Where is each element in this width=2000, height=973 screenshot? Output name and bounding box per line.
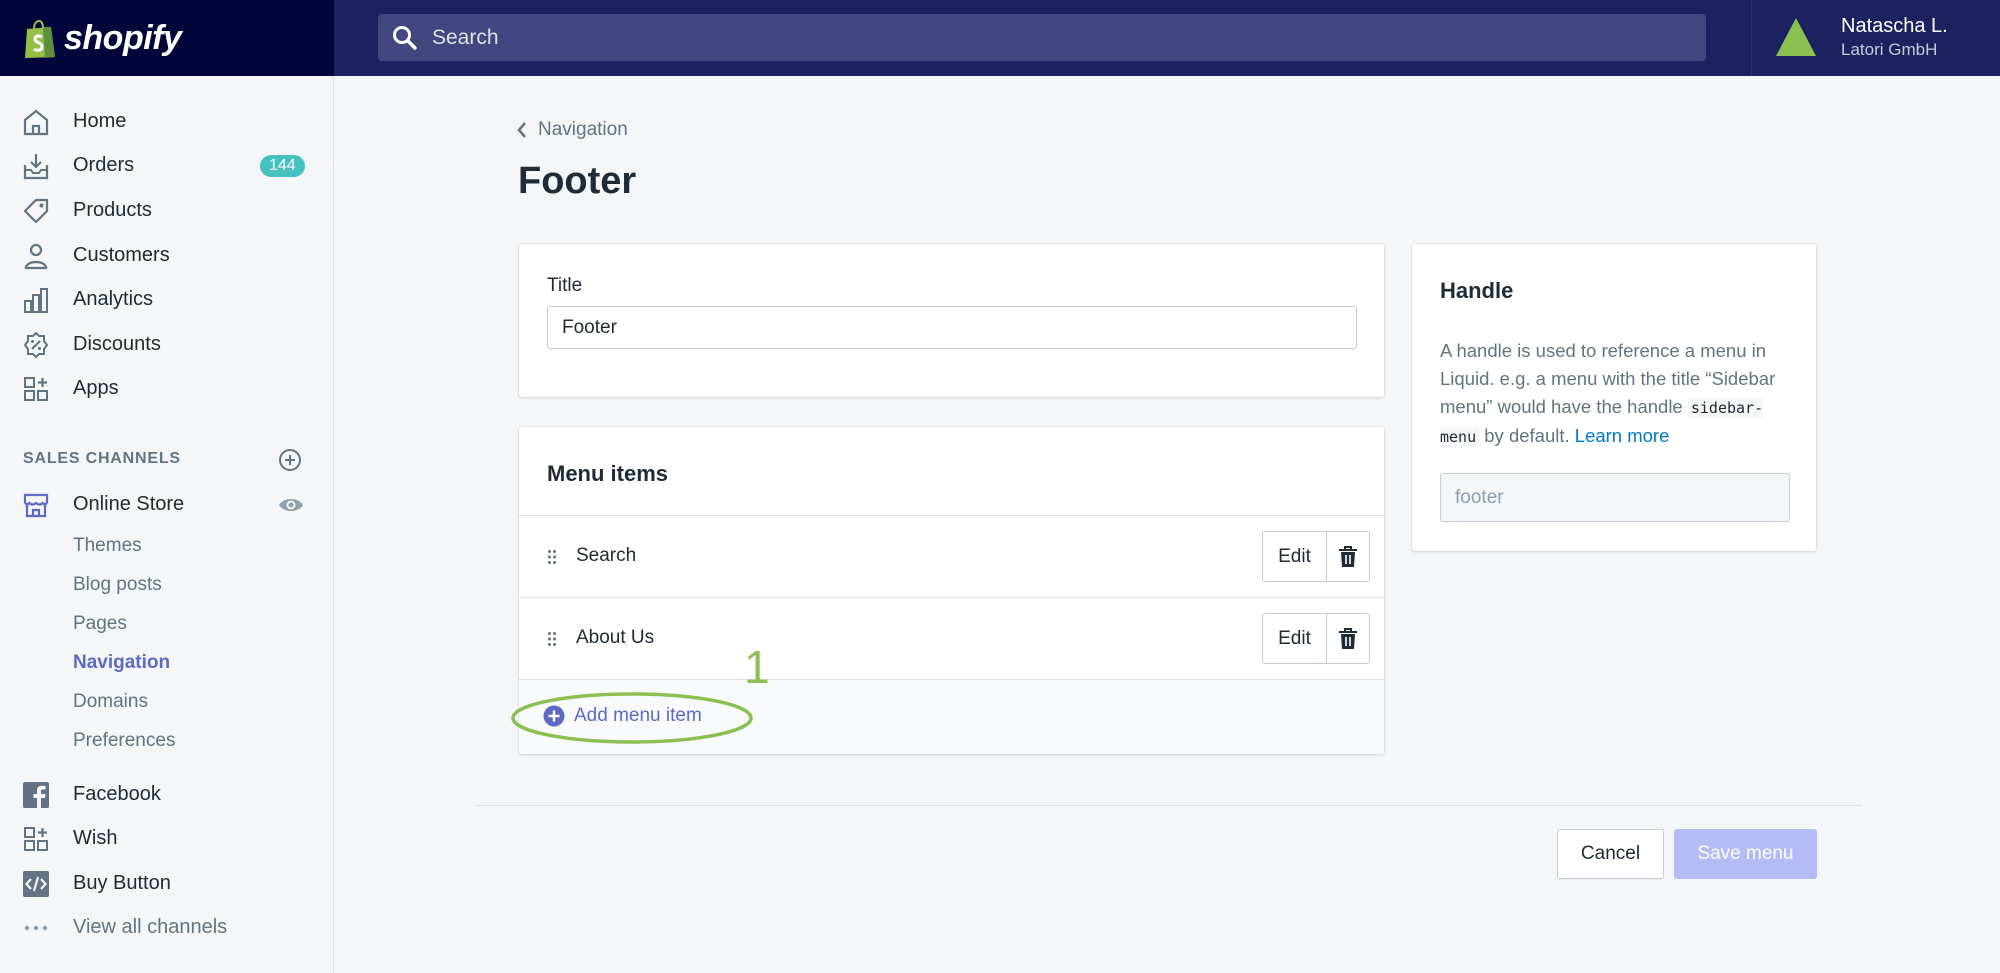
sidebar-item-apps[interactable]: Apps: [0, 368, 333, 408]
handle-desc-text-2: by default.: [1479, 425, 1575, 446]
apps-icon: [24, 827, 48, 851]
handle-description: A handle is used to reference a menu in …: [1440, 337, 1800, 451]
delete-button[interactable]: [1327, 531, 1370, 582]
delete-button[interactable]: [1327, 613, 1370, 664]
sidebar-item-label: Apps: [73, 376, 119, 399]
drag-handle-icon[interactable]: [547, 549, 557, 565]
sidebar-subitem-domains[interactable]: Domains: [73, 691, 148, 713]
handle-card: Handle A handle is used to reference a m…: [1412, 244, 1816, 551]
sidebar-item-label: Products: [73, 198, 152, 221]
menu-item-label: About Us: [576, 627, 655, 648]
divider: [475, 805, 1862, 806]
top-bar: shopify Search Natascha L. Latori GmbH: [0, 0, 2000, 76]
drag-handle-icon[interactable]: [547, 631, 557, 647]
sales-channels-heading: SALES CHANNELS: [23, 450, 181, 467]
bar-chart-icon: [24, 288, 48, 313]
sidebar-item-orders[interactable]: Orders 144: [0, 145, 333, 185]
sidebar-item-label: Home: [73, 109, 127, 132]
shopify-bag-icon: [25, 20, 55, 58]
sidebar-item-label: Online Store: [73, 492, 185, 515]
user-menu[interactable]: Natascha L. Latori GmbH: [1751, 0, 2000, 76]
code-icon: [23, 871, 49, 897]
handle-heading: Handle: [1440, 278, 1514, 303]
shop-name: Latori GmbH: [1841, 40, 1938, 59]
sidebar-item-discounts[interactable]: Discounts: [0, 324, 333, 364]
title-field[interactable]: Footer: [547, 306, 1357, 349]
sidebar-subitem-pages[interactable]: Pages: [73, 613, 127, 635]
eye-icon[interactable]: [278, 494, 304, 516]
sidebar-item-analytics[interactable]: Analytics: [0, 279, 333, 319]
menu-item-actions: Edit: [1262, 531, 1370, 582]
home-icon: [23, 109, 49, 136]
sidebar-item-products[interactable]: Products: [0, 190, 333, 230]
brand-name: shopify: [64, 18, 182, 57]
title-field-label: Title: [547, 275, 583, 296]
sidebar-item-label: View all channels: [73, 915, 228, 938]
add-channel-icon[interactable]: [278, 448, 302, 472]
more-icon: [24, 925, 48, 931]
facebook-icon: [23, 782, 49, 808]
sidebar-item-wish[interactable]: Wish: [0, 818, 333, 858]
sidebar-subitem-themes[interactable]: Themes: [73, 535, 142, 557]
breadcrumb-link: Navigation: [538, 119, 628, 140]
shopify-logo[interactable]: shopify: [0, 0, 334, 76]
search-input[interactable]: Search: [378, 14, 1706, 61]
title-card: Title Footer: [519, 244, 1384, 397]
sidebar-item-label: Facebook: [73, 782, 161, 805]
menu-items-heading: Menu items: [547, 461, 669, 486]
menu-item-label: Search: [576, 545, 637, 566]
learn-more-link[interactable]: Learn more: [1575, 425, 1670, 446]
user-name: Natascha L.: [1841, 15, 1948, 37]
sidebar-item-label: Wish: [73, 826, 118, 849]
sidebar-item-label: Orders: [73, 153, 135, 176]
menu-item-actions: Edit: [1262, 613, 1370, 664]
search-placeholder: Search: [432, 25, 499, 49]
orders-count-badge: 144: [260, 155, 305, 177]
handle-field[interactable]: footer: [1440, 473, 1790, 522]
sidebar-item-home[interactable]: Home: [0, 101, 333, 141]
annotation-number: 1: [744, 641, 770, 693]
page-title: Footer: [518, 160, 637, 202]
store-icon: [23, 493, 49, 518]
cancel-button[interactable]: Cancel: [1557, 829, 1664, 879]
sidebar-item-label: Buy Button: [73, 871, 171, 894]
orders-icon: [23, 154, 49, 180]
sidebar-item-label: Customers: [73, 243, 170, 266]
trash-icon: [1339, 627, 1357, 649]
sidebar-subitem-blog-posts[interactable]: Blog posts: [73, 574, 162, 596]
sidebar-subitem-preferences[interactable]: Preferences: [73, 730, 175, 752]
sidebar-item-customers[interactable]: Customers: [0, 235, 333, 275]
sidebar-item-facebook[interactable]: Facebook: [0, 774, 333, 814]
avatar: [1776, 18, 1816, 56]
person-icon: [24, 243, 48, 270]
annotation-ellipse: [511, 692, 753, 744]
edit-button[interactable]: Edit: [1262, 531, 1327, 582]
tag-icon: [23, 198, 49, 224]
chevron-left-icon: [517, 122, 526, 138]
trash-icon: [1339, 545, 1357, 567]
edit-button[interactable]: Edit: [1262, 613, 1327, 664]
sidebar-item-buy-button[interactable]: Buy Button: [0, 863, 333, 903]
menu-item-row: Search Edit: [519, 515, 1384, 597]
sidebar-item-label: Discounts: [73, 332, 161, 355]
search-icon: [393, 25, 417, 50]
menu-item-row: About Us Edit: [519, 597, 1384, 679]
sidebar-item-view-all-channels[interactable]: View all channels: [0, 907, 333, 947]
sidebar-subitem-navigation[interactable]: Navigation: [73, 652, 170, 674]
discount-icon: [23, 331, 49, 359]
apps-icon: [24, 377, 48, 401]
sidebar: Home Orders 144 Products Customers Analy…: [0, 76, 334, 973]
breadcrumb[interactable]: Navigation: [516, 119, 628, 141]
sidebar-item-label: Analytics: [73, 287, 154, 310]
save-menu-button[interactable]: Save menu: [1674, 829, 1817, 879]
